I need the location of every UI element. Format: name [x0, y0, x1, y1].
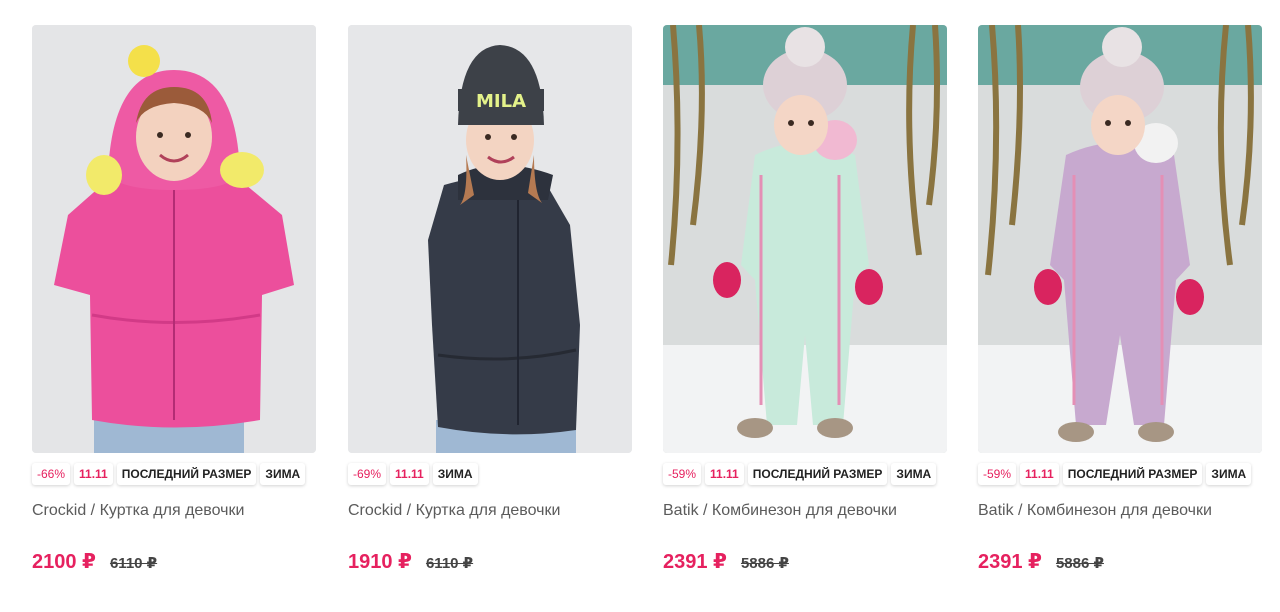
current-price: 2391 ₽	[663, 551, 727, 573]
product-card[interactable]: MILA -69% 11.11 ЗИМА Crockid / Куртка дл…	[348, 25, 632, 585]
badge-row: -66% 11.11 ПОСЛЕДНИЙ РАЗМЕР ЗИМА	[32, 463, 306, 487]
discount-badge: -59%	[978, 463, 1017, 485]
badge-row: -69% 11.11 ЗИМА	[348, 463, 478, 487]
promo-badge: 11.11	[1020, 463, 1059, 485]
last-size-badge: ПОСЛЕДНИЙ РАЗМЕР	[1062, 463, 1203, 485]
girl-dark-jacket-photo: MILA	[348, 25, 632, 453]
current-price: 2100 ₽	[32, 551, 96, 573]
discount-badge: -69%	[348, 463, 387, 485]
promo-badge: 11.11	[705, 463, 744, 485]
product-title[interactable]: Batik / Комбинезон для девочки	[663, 502, 897, 520]
girl-pink-jacket-photo	[32, 25, 316, 453]
old-price: 5886 ₽	[740, 555, 789, 572]
discount-badge: -59%	[663, 463, 702, 485]
price-row: 1910 ₽ 6110 ₽	[348, 549, 473, 574]
old-price: 5886 ₽	[1055, 555, 1104, 572]
product-card[interactable]: -66% 11.11 ПОСЛЕДНИЙ РАЗМЕР ЗИМА Crockid…	[32, 25, 316, 585]
last-size-badge: ПОСЛЕДНИЙ РАЗМЕР	[116, 463, 257, 485]
current-price: 1910 ₽	[348, 551, 412, 573]
toddler-lilac-overall-photo	[978, 25, 1262, 453]
product-card[interactable]: -59% 11.11 ПОСЛЕДНИЙ РАЗМЕР ЗИМА Batik /…	[978, 25, 1262, 585]
product-grid: -66% 11.11 ПОСЛЕДНИЙ РАЗМЕР ЗИМА Crockid…	[0, 0, 1280, 612]
promo-badge: 11.11	[74, 463, 113, 485]
season-badge: ЗИМА	[432, 463, 478, 485]
last-size-badge: ПОСЛЕДНИЙ РАЗМЕР	[747, 463, 888, 485]
product-photo[interactable]	[32, 25, 316, 453]
current-price: 2391 ₽	[978, 551, 1042, 573]
product-title[interactable]: Crockid / Куртка для девочки	[348, 502, 560, 520]
old-price: 6110 ₽	[109, 555, 158, 572]
season-badge: ЗИМА	[260, 463, 306, 485]
price-row: 2391 ₽ 5886 ₽	[978, 549, 1104, 574]
price-row: 2391 ₽ 5886 ₽	[663, 549, 789, 574]
product-card[interactable]: -59% 11.11 ПОСЛЕДНИЙ РАЗМЕР ЗИМА Batik /…	[663, 25, 947, 585]
product-title[interactable]: Crockid / Куртка для девочки	[32, 502, 244, 520]
product-photo[interactable]: MILA	[348, 25, 632, 453]
product-photo[interactable]	[978, 25, 1262, 453]
product-photo[interactable]	[663, 25, 947, 453]
old-price: 6110 ₽	[425, 555, 474, 572]
badge-row: -59% 11.11 ПОСЛЕДНИЙ РАЗМЕР ЗИМА	[978, 463, 1252, 487]
season-badge: ЗИМА	[1206, 463, 1252, 485]
season-badge: ЗИМА	[891, 463, 937, 485]
promo-badge: 11.11	[390, 463, 429, 485]
product-title[interactable]: Batik / Комбинезон для девочки	[978, 502, 1212, 520]
toddler-mint-overall-photo	[663, 25, 947, 453]
price-row: 2100 ₽ 6110 ₽	[32, 549, 157, 574]
badge-row: -59% 11.11 ПОСЛЕДНИЙ РАЗМЕР ЗИМА	[663, 463, 937, 487]
discount-badge: -66%	[32, 463, 71, 485]
svg-text:MILA: MILA	[476, 91, 526, 112]
